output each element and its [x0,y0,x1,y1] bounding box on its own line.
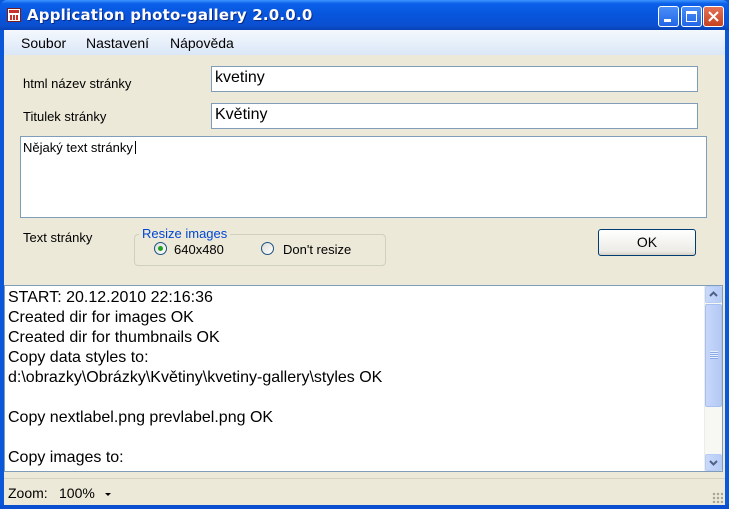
page-form: html název stránky kvetiny Titulek strán… [4,55,725,285]
chevron-up-icon [709,291,718,297]
radio-dont-resize-label[interactable]: Don't resize [283,242,351,257]
maximize-button[interactable] [681,6,702,27]
log-output[interactable]: START: 20.12.2010 22:16:36 Created dir f… [4,285,723,472]
chevron-down-icon[interactable] [104,492,112,498]
menu-nastaveni[interactable]: Nastavení [86,35,149,51]
text-caret [134,141,136,154]
app-icon[interactable] [7,8,21,22]
html-name-label: html název stránky [23,76,132,91]
close-button[interactable] [703,6,724,27]
log-line: START: 20.12.2010 22:16:36 [8,289,213,306]
app-window: Application photo-gallery 2.0.0.0 Soubor… [0,0,729,509]
scroll-up-button[interactable] [705,286,722,303]
resize-images-legend: Resize images [139,226,231,241]
log-lines: START: 20.12.2010 22:16:36 Created dir f… [8,288,698,468]
log-line: Copy data styles to: [8,349,149,366]
html-name-input[interactable]: kvetiny [211,66,698,92]
page-text-area[interactable]: Nějaký text stránky [20,136,707,218]
title-bar[interactable]: Application photo-gallery 2.0.0.0 [0,0,729,30]
log-line: Created dir for images OK [8,309,194,326]
radio-640x480[interactable] [154,242,167,255]
minimize-button[interactable] [658,6,679,27]
menu-bar: Soubor Nastavení Nápověda [4,30,725,55]
scroll-down-button[interactable] [705,454,722,471]
ok-button[interactable]: OK [598,229,696,256]
status-bar: Zoom: 100% [4,478,725,505]
page-title-input[interactable]: Květiny [211,103,698,129]
log-line: Copy images to: [8,449,124,466]
window-frame-bottom [0,505,729,509]
menu-napoveda[interactable]: Nápověda [170,35,234,51]
radio-dont-resize[interactable] [261,242,274,255]
page-title-label: Titulek stránky [23,109,107,124]
log-scrollbar[interactable] [704,286,722,471]
resize-grip[interactable] [712,492,723,503]
scroll-thumb[interactable] [705,304,722,407]
window-title: Application photo-gallery 2.0.0.0 [27,6,313,24]
log-line: d:\obrazky\Obrázky\Květiny\kvetiny-galle… [8,369,383,386]
zoom-value[interactable]: 100% [59,485,95,501]
zoom-label: Zoom: [8,485,48,501]
page-text-content: Nějaký text stránky [23,140,133,155]
grip-icon [710,351,718,359]
client-area: Soubor Nastavení Nápověda html název str… [4,30,725,505]
window-frame-right [725,30,729,509]
chevron-down-icon [709,460,718,466]
radio-640x480-label[interactable]: 640x480 [174,242,224,257]
menu-soubor[interactable]: Soubor [21,35,66,51]
page-text-label: Text stránky [23,230,93,245]
log-line: Created dir for thumbnails OK [8,329,220,346]
log-line: Copy nextlabel.png prevlabel.png OK [8,409,274,426]
close-icon [708,11,719,22]
